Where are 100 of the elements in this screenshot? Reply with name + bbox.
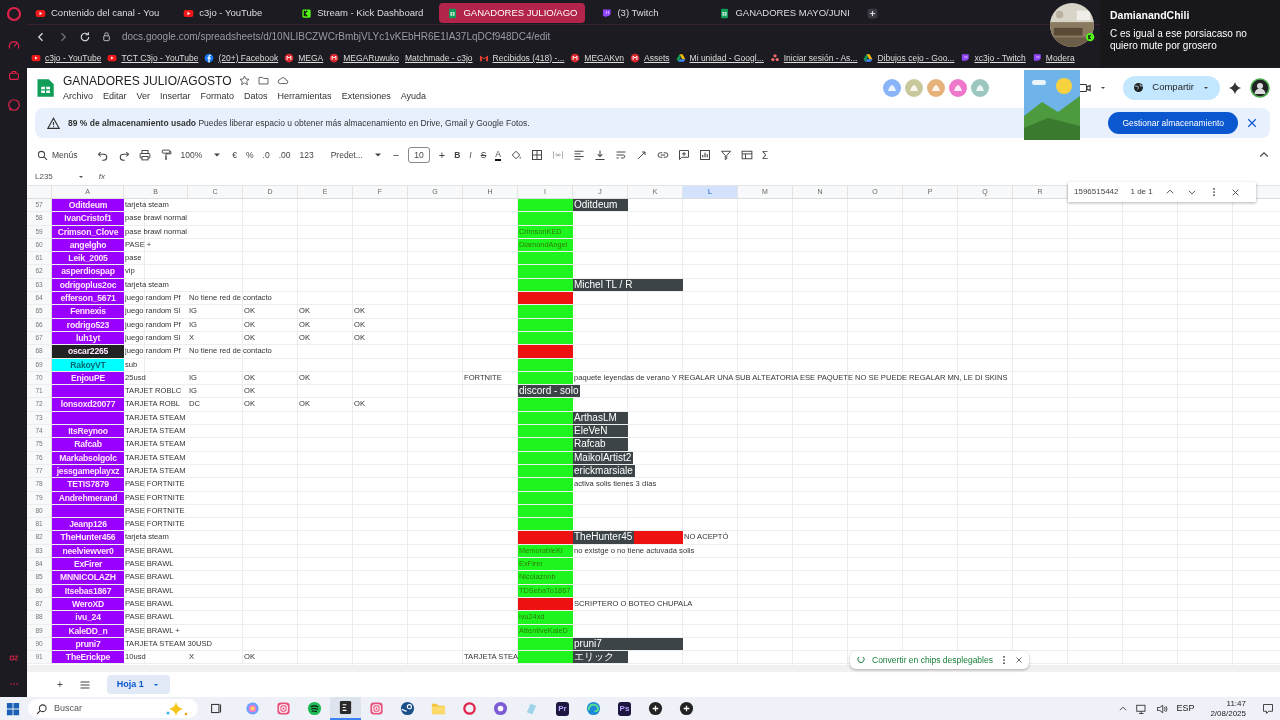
task-view-icon[interactable] [210,702,223,715]
italic-button[interactable]: I [469,148,472,162]
gauge-icon[interactable] [6,38,21,52]
wrap-icon[interactable] [615,149,627,161]
bookmark-link[interactable]: Assets [630,51,670,65]
menu-item[interactable]: Datos [244,89,268,104]
notification-icon[interactable] [1262,702,1274,715]
document-title[interactable]: GANADORES JULIO/AGOSTO [63,71,232,90]
taskbar-app-button[interactable]: Pr [547,697,578,720]
clock-time[interactable]: 11:47 [1226,698,1246,709]
bookmark-link[interactable]: xc3jo - Twitch [960,51,1026,65]
taskbar-app-button[interactable] [330,697,361,720]
app-icon[interactable] [338,700,353,715]
redo-icon[interactable] [117,149,130,161]
add-sheet-button[interactable]: + [57,677,63,692]
borders-icon[interactable] [531,149,543,161]
browser-tab[interactable]: Stream - Kick Dashboard [293,3,432,23]
bookmark-link[interactable]: (20+) Facebook [204,51,279,65]
close-icon[interactable] [1014,656,1023,664]
sparkle-icon[interactable] [1228,80,1242,95]
plus-icon[interactable] [865,6,879,20]
align-icon[interactable] [573,149,585,161]
print-icon[interactable] [138,149,151,161]
increase-decimals-button[interactable]: .00 [278,148,291,162]
share-button[interactable]: Compartir [1123,75,1220,100]
bookmark-link[interactable]: Matchmade - c3jo [405,51,473,65]
bookmark-link[interactable]: c3jo - YouTube [31,51,102,65]
find-field[interactable]: 1596515442 [1074,186,1119,198]
sum-button[interactable]: Σ [762,147,769,163]
sheet-tab[interactable]: Hoja 1 [106,674,170,695]
chat-icon[interactable] [6,98,21,112]
clock-date[interactable]: 2/08/2025 [1210,708,1246,719]
volume-icon[interactable] [1156,702,1169,715]
close-icon[interactable] [1246,117,1258,129]
strikethrough-button[interactable]: S [480,148,487,162]
star-icon[interactable] [239,75,251,87]
bookmark-link[interactable]: Recibidos (418) -... [478,51,565,65]
taskbar-search-field[interactable]: Buscar [28,699,198,718]
app-icon[interactable]: Ps [617,701,632,716]
table-view-icon[interactable] [741,149,753,161]
menu-item[interactable]: Ver [136,89,151,104]
name-box[interactable]: L235 [35,170,85,183]
bookmark-link[interactable]: Dibujos cejo - Goo... [863,51,955,65]
browser-tab[interactable]: Contenido del canal - You [27,3,168,23]
bookmark-link[interactable]: Mi unidad - Googl... [675,51,764,65]
chart-icon[interactable] [699,149,711,161]
undo-icon[interactable] [96,149,109,161]
browser-tab[interactable]: GANADORES MAYO/JUNI [711,3,858,23]
windows-logo-icon[interactable] [6,701,20,716]
app-icon[interactable] [648,701,663,716]
bookmark-link[interactable]: MEGAKvn [570,51,625,65]
zoom-dropdown[interactable]: 100% [180,148,203,162]
text-color-button[interactable]: A [495,149,501,161]
app-icon[interactable]: Pr [556,701,569,716]
search-menus-field[interactable]: Menús [37,148,78,162]
number-format-button[interactable]: 123 [299,148,314,162]
taskbar-app-button[interactable]: Ps [609,697,640,720]
app-icon[interactable] [400,701,415,716]
bookmark-link[interactable]: MEGA [284,51,324,65]
chevron-up-icon[interactable] [1164,187,1175,197]
cloud-icon[interactable] [277,75,290,87]
bookmark-link[interactable]: Iniciar sesión - As... [769,51,858,65]
horizontal-scrollbar[interactable] [27,665,1280,672]
ring-icon[interactable] [5,6,22,22]
filter-icon[interactable] [720,149,732,161]
list-icon[interactable] [78,678,91,691]
network-icon[interactable] [1136,702,1149,715]
decrease-size-button[interactable]: − [392,146,400,164]
menu-item[interactable]: Archivo [63,89,93,104]
paint-roller-icon[interactable] [159,149,172,161]
browser-tab[interactable]: c3jo - YouTube [175,3,286,23]
comment-icon[interactable] [678,149,690,161]
browser-tab[interactable]: GANADORES JULIO/AGO [439,3,586,23]
bookmark-link[interactable]: MEGARuwuko [329,51,399,65]
bookmark-link[interactable]: Modera [1031,51,1075,65]
address-field[interactable]: docs.google.com/spreadsheets/d/10NLIBCZWCrBmbjVLYc1vKEbHR6E1IA37LqDCf948DC4/edit [122,29,551,44]
fill-bucket-icon[interactable] [510,149,522,161]
link-icon[interactable] [657,149,669,161]
close-icon[interactable] [1230,187,1240,197]
reload-icon[interactable] [79,30,91,43]
folder-icon[interactable] [258,75,270,87]
bookmark-link[interactable]: TCT C3jo - YouTube [107,51,199,65]
bag-icon[interactable] [6,68,21,82]
currency-button[interactable]: € [232,148,237,162]
increase-size-button[interactable]: + [438,146,446,164]
text-rotate-icon[interactable] [636,149,648,161]
percent-button[interactable]: % [246,148,254,162]
menu-item[interactable]: Ayuda [400,89,426,104]
chevron-down-icon[interactable] [1186,187,1197,197]
language-indicator[interactable]: ESP [1176,701,1195,716]
align-bottom-icon[interactable] [594,149,606,161]
menu-item[interactable]: Editar [103,89,127,104]
menu-item[interactable]: Insertar [160,89,191,104]
manage-storage-button[interactable]: Gestionar almacenamiento [1108,111,1238,135]
font-size-field[interactable]: 10 [408,147,430,163]
decrease-decimals-button[interactable]: .0 [262,148,270,162]
bold-button[interactable]: B [454,148,461,162]
menu-item[interactable]: Herramientas [277,89,332,104]
app-icon[interactable] [679,701,694,716]
font-dropdown[interactable]: Predet... [330,148,363,162]
